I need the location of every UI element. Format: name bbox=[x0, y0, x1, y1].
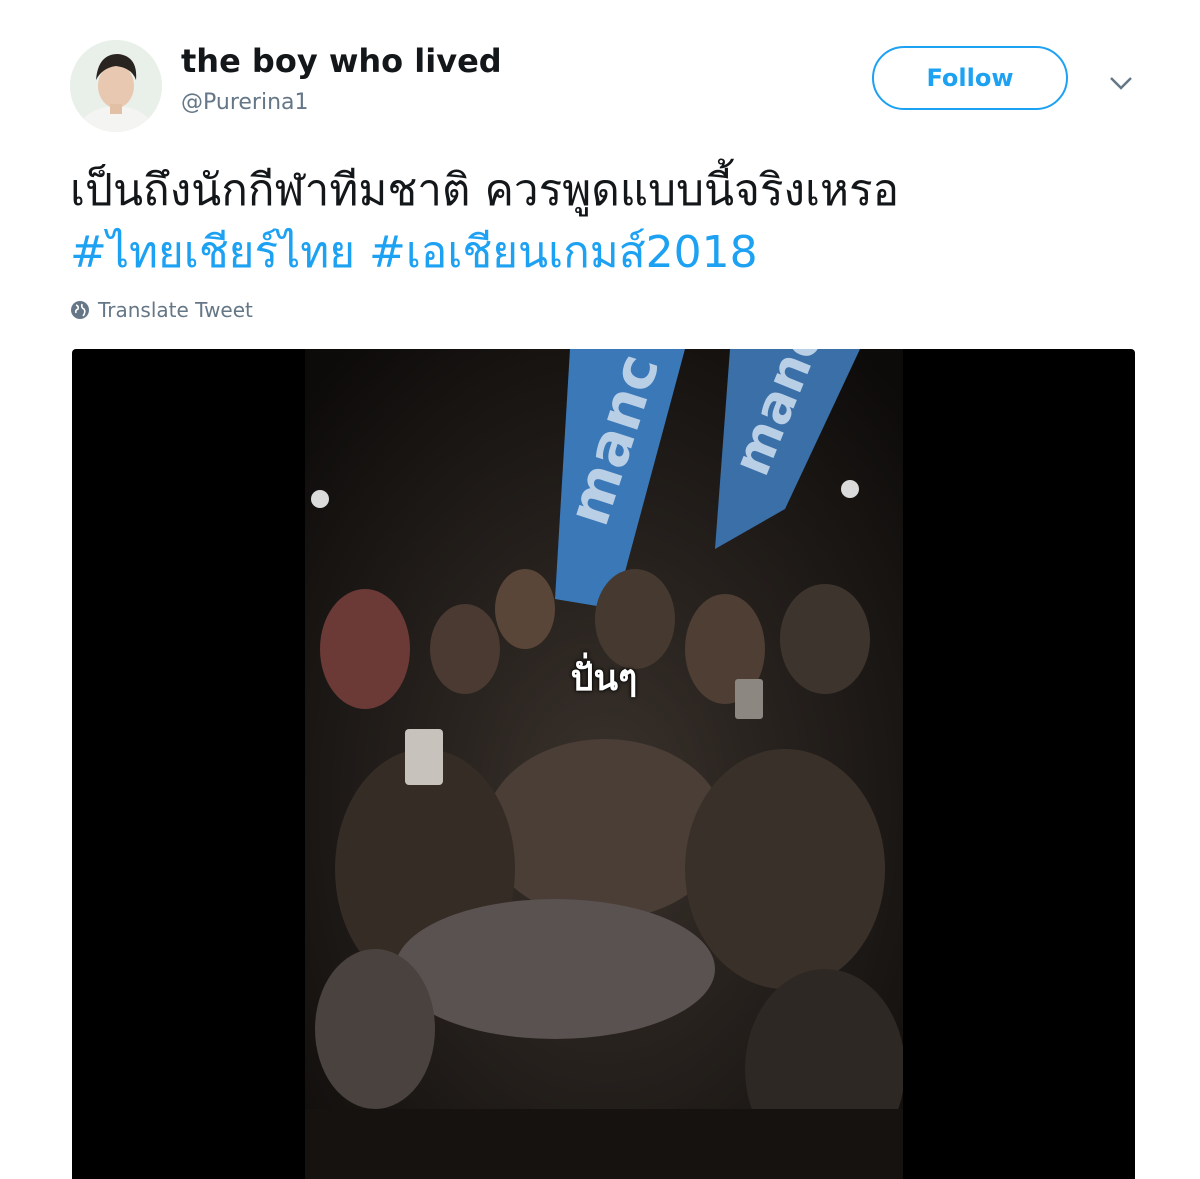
display-name[interactable]: the boy who lived bbox=[181, 42, 502, 80]
crowd-video-still: manc manc bbox=[305, 349, 903, 1179]
user-handle[interactable]: @Purerina1 bbox=[181, 90, 309, 115]
tweet-text: เป็นถึงนักกีฬาทีมชาติ ควรพูดแบบนี้จริงเห… bbox=[70, 160, 1130, 284]
hashtag-link[interactable]: #ไทยเชียร์ไทย bbox=[70, 227, 355, 278]
media-container[interactable]: manc manc ปั่นๆ bbox=[72, 349, 1135, 1179]
avatar[interactable] bbox=[70, 40, 162, 132]
chevron-down-icon[interactable] bbox=[1106, 68, 1136, 98]
globe-icon bbox=[71, 301, 89, 319]
translate-tweet-link[interactable]: Translate Tweet bbox=[70, 296, 253, 324]
translate-label: Translate Tweet bbox=[98, 298, 253, 322]
hashtag-link[interactable]: #เอเชียนเกมส์2018 bbox=[369, 227, 758, 278]
follow-button[interactable]: Follow bbox=[872, 46, 1068, 110]
video-caption: ปั่นๆ bbox=[570, 658, 638, 699]
tweet-body: เป็นถึงนักกีฬาทีมชาติ ควรพูดแบบนี้จริงเห… bbox=[70, 165, 900, 216]
profile-photo bbox=[70, 40, 162, 132]
video-frame[interactable]: manc manc ปั่นๆ bbox=[305, 349, 903, 1179]
